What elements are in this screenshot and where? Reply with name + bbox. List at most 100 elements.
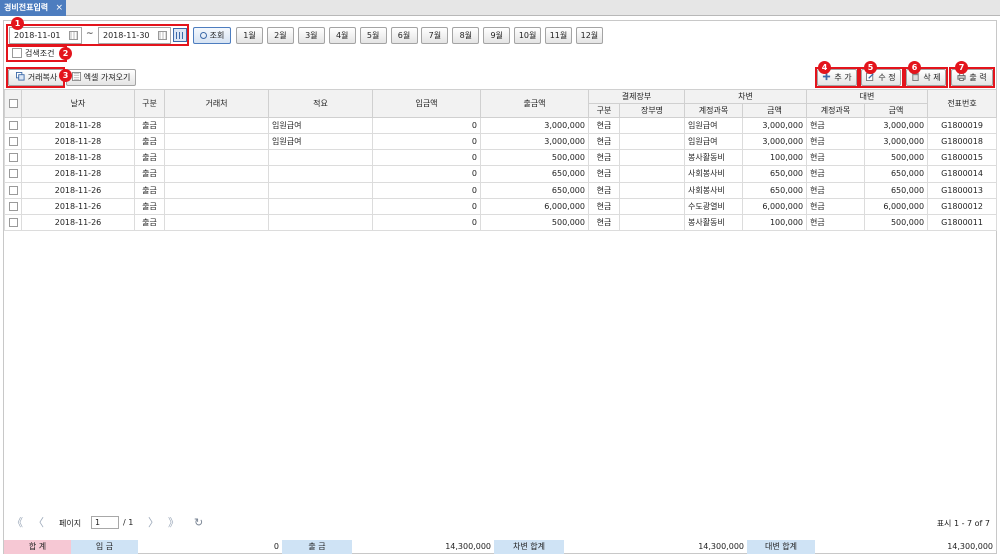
- cell-expense[interactable]: 3,000,000: [480, 133, 589, 151]
- cell-expense[interactable]: 650,000: [480, 165, 589, 183]
- page-input[interactable]: 1: [91, 516, 119, 529]
- row-checkbox[interactable]: [8, 121, 18, 131]
- cell-debit-amount[interactable]: 650,000: [742, 165, 808, 183]
- cell-debit-amount[interactable]: 100,000: [742, 149, 808, 167]
- row-checkbox[interactable]: [8, 217, 18, 227]
- next-page-icon[interactable]: 〉: [148, 517, 159, 528]
- row-checkbox[interactable]: [8, 201, 18, 211]
- cell-client[interactable]: [164, 213, 269, 232]
- month-button-6[interactable]: 6월: [390, 27, 418, 44]
- cell-credit-account[interactable]: 현금: [806, 181, 866, 199]
- cell-debit-account[interactable]: 봉사활동비: [684, 149, 744, 167]
- cell-client[interactable]: [164, 197, 269, 215]
- cell-book-name[interactable]: [618, 165, 686, 183]
- header-type[interactable]: 구분: [134, 89, 165, 118]
- cell-type[interactable]: 출금: [134, 213, 165, 232]
- cell-credit-account[interactable]: 현금: [806, 213, 866, 232]
- month-button-12[interactable]: 12월: [575, 27, 603, 44]
- cell-credit-amount[interactable]: 6,000,000: [864, 197, 929, 215]
- month-button-5[interactable]: 5월: [359, 27, 387, 44]
- tab-expense-voucher[interactable]: 경비전표입력 ×: [0, 0, 66, 16]
- cell-type[interactable]: 출금: [134, 181, 165, 199]
- cell-summary[interactable]: [268, 181, 373, 199]
- header-debit-account[interactable]: 계정과목: [684, 103, 744, 118]
- header-income[interactable]: 입금액: [372, 89, 481, 118]
- month-button-8[interactable]: 8월: [452, 27, 480, 44]
- cell-expense[interactable]: 500,000: [480, 213, 589, 232]
- cell-credit-account[interactable]: 현금: [806, 165, 866, 183]
- calendar-picker-icon[interactable]: [173, 28, 187, 42]
- cell-credit-account[interactable]: 현금: [806, 116, 866, 135]
- header-payment-type[interactable]: 구분: [588, 103, 620, 118]
- cell-client[interactable]: [164, 149, 269, 167]
- cell-date[interactable]: 2018-11-26: [21, 197, 135, 215]
- cell-client[interactable]: [164, 133, 269, 151]
- cell-book-name[interactable]: [618, 116, 686, 135]
- row-select-cell[interactable]: [4, 116, 22, 135]
- header-voucher-number[interactable]: 전표번호: [927, 89, 998, 118]
- cell-payment-type[interactable]: 현금: [588, 165, 620, 183]
- cell-voucher-number[interactable]: G1800012: [927, 197, 998, 215]
- cell-summary[interactable]: 임원급여: [268, 133, 373, 151]
- cell-expense[interactable]: 650,000: [480, 181, 589, 199]
- cell-client[interactable]: [164, 181, 269, 199]
- row-select-cell[interactable]: [4, 197, 22, 215]
- cell-summary[interactable]: [268, 197, 373, 215]
- table-row[interactable]: 2018-11-26 출금 0 500,000 현금 봉사활동비 100,000 현금 500,…: [4, 213, 998, 232]
- close-icon[interactable]: ×: [55, 0, 63, 16]
- cell-credit-account[interactable]: 현금: [806, 149, 866, 167]
- header-client[interactable]: 거래처: [164, 89, 269, 118]
- cell-client[interactable]: [164, 116, 269, 135]
- row-checkbox[interactable]: [8, 185, 18, 195]
- cell-debit-account[interactable]: 봉사활동비: [684, 213, 744, 232]
- cell-income[interactable]: 0: [372, 165, 481, 183]
- row-checkbox[interactable]: [8, 137, 18, 147]
- month-button-1[interactable]: 1월: [236, 27, 263, 44]
- cell-credit-amount[interactable]: 650,000: [864, 165, 929, 183]
- cell-book-name[interactable]: [618, 181, 686, 199]
- cell-date[interactable]: 2018-11-28: [21, 116, 135, 135]
- cell-voucher-number[interactable]: G1800018: [927, 133, 998, 151]
- cell-date[interactable]: 2018-11-26: [21, 181, 135, 199]
- search-button[interactable]: 조회: [193, 27, 231, 44]
- cell-voucher-number[interactable]: G1800011: [927, 213, 998, 232]
- date-to-field[interactable]: 2018-11-30: [98, 27, 171, 44]
- cell-income[interactable]: 0: [372, 116, 481, 135]
- cell-debit-account[interactable]: 임원급여: [684, 116, 744, 135]
- cell-credit-amount[interactable]: 3,000,000: [864, 133, 929, 151]
- cell-date[interactable]: 2018-11-28: [21, 133, 135, 151]
- row-select-cell[interactable]: [4, 149, 22, 167]
- cell-credit-amount[interactable]: 500,000: [864, 213, 929, 232]
- month-button-7[interactable]: 7월: [421, 27, 449, 44]
- copy-transaction-button[interactable]: 거래복사: [8, 69, 65, 86]
- cell-income[interactable]: 0: [372, 213, 481, 232]
- cell-credit-amount[interactable]: 500,000: [864, 149, 929, 167]
- cell-book-name[interactable]: [618, 133, 686, 151]
- cell-date[interactable]: 2018-11-28: [21, 165, 135, 183]
- date-from-field[interactable]: 2018-11-01: [9, 27, 82, 44]
- cell-payment-type[interactable]: 현금: [588, 116, 620, 135]
- cell-credit-amount[interactable]: 650,000: [864, 181, 929, 199]
- cell-voucher-number[interactable]: G1800013: [927, 181, 998, 199]
- select-all-checkbox[interactable]: [8, 99, 18, 108]
- table-row[interactable]: 2018-11-28 출금 0 650,000 현금 사회봉사비 650,000 현금 650,…: [4, 165, 998, 183]
- month-button-4[interactable]: 4월: [328, 27, 356, 44]
- cell-expense[interactable]: 500,000: [480, 149, 589, 167]
- cell-credit-account[interactable]: 현금: [806, 133, 866, 151]
- cell-debit-account[interactable]: 사회봉사비: [684, 165, 744, 183]
- cell-debit-amount[interactable]: 650,000: [742, 181, 808, 199]
- cell-debit-amount[interactable]: 3,000,000: [742, 116, 808, 135]
- month-button-9[interactable]: 9월: [483, 27, 511, 44]
- month-button-11[interactable]: 11월: [545, 27, 572, 44]
- excel-import-button[interactable]: 엑셀 가져오기: [66, 69, 136, 86]
- header-date[interactable]: 날자: [21, 89, 135, 118]
- cell-summary[interactable]: [268, 213, 373, 232]
- first-page-icon[interactable]: 《: [12, 517, 23, 528]
- cell-credit-amount[interactable]: 3,000,000: [864, 116, 929, 135]
- last-page-icon[interactable]: 》: [168, 517, 179, 528]
- header-expense[interactable]: 출금액: [480, 89, 589, 118]
- month-button-2[interactable]: 2월: [266, 27, 294, 44]
- month-button-10[interactable]: 10월: [514, 27, 542, 44]
- cell-book-name[interactable]: [618, 149, 686, 167]
- cell-payment-type[interactable]: 현금: [588, 213, 620, 232]
